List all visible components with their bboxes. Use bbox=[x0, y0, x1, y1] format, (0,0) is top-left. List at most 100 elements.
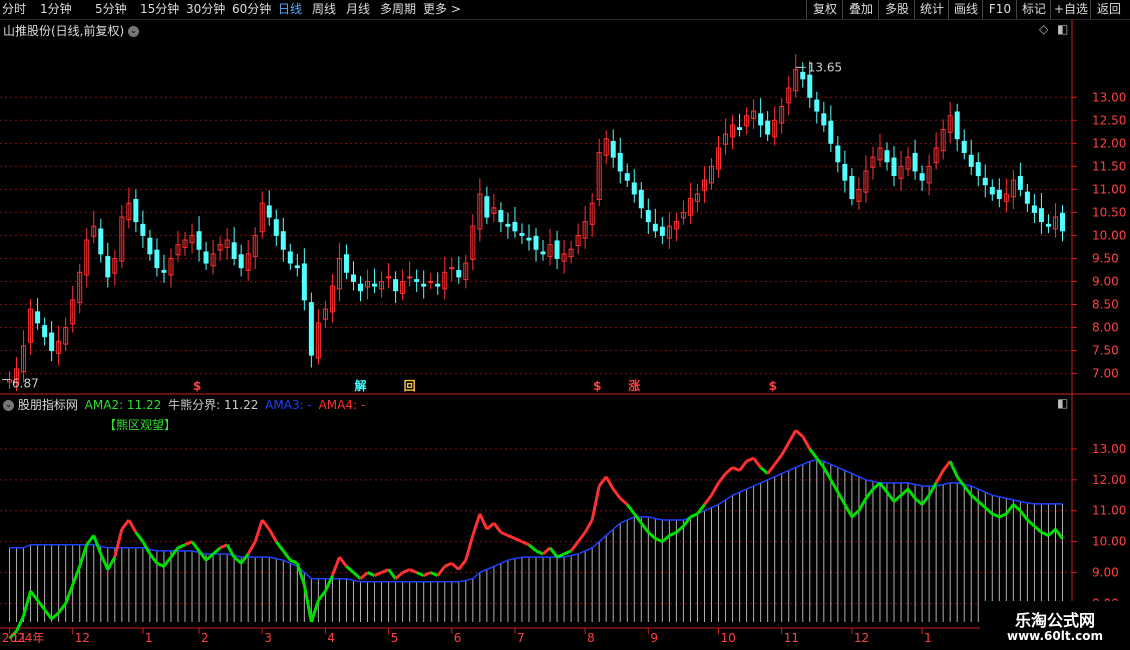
y-tick-label: 9.50 bbox=[1092, 251, 1119, 265]
period-tab-weekly[interactable]: 周线 bbox=[312, 1, 336, 18]
ama2-trace-segment bbox=[352, 571, 362, 580]
y-tick-label: 12.50 bbox=[1092, 113, 1126, 127]
candle-body bbox=[631, 182, 637, 195]
ama2-trace-segment bbox=[345, 565, 355, 574]
ama2-trace-segment bbox=[57, 602, 67, 614]
ama2-trace-segment bbox=[1026, 518, 1036, 528]
ama2-trace-segment bbox=[787, 429, 798, 444]
add-watchlist-button[interactable]: +自选 bbox=[1050, 0, 1091, 19]
period-tab-30min[interactable]: 30分钟 bbox=[186, 1, 225, 18]
ama2-trace-segment bbox=[583, 519, 594, 534]
ama2-trace-segment bbox=[794, 429, 804, 438]
sub-y-tick-label: 9.00 bbox=[1092, 566, 1119, 580]
ama2-trace-segment bbox=[205, 552, 215, 562]
ama2-trace-segment bbox=[893, 494, 903, 503]
toolbar: 分时 1分钟 5分钟 15分钟 30分钟 60分钟 日线 周线 月线 多周期 更… bbox=[0, 0, 1130, 20]
candle-body bbox=[554, 240, 560, 259]
candle-body bbox=[266, 205, 272, 218]
ama2-trace-segment bbox=[647, 531, 657, 540]
candle-body bbox=[231, 242, 237, 259]
multi-stock-button[interactable]: 多股 bbox=[878, 0, 915, 19]
ama2-trace-segment bbox=[64, 584, 75, 604]
ama2-trace-segment bbox=[773, 454, 783, 466]
ama2-trace-segment bbox=[626, 503, 636, 515]
ama2-trace-segment bbox=[927, 482, 938, 497]
sub-y-tick-label: 13.00 bbox=[1092, 442, 1126, 456]
kline-chart[interactable]: 7.00 7.50 8.00 8.50 9.00 9.50 10.00 10.50 11.00 1… bbox=[0, 20, 1130, 650]
ama2-trace-segment bbox=[36, 599, 46, 611]
x-tick-label: 1 bbox=[145, 631, 153, 645]
candle-body bbox=[35, 311, 41, 324]
ama2-trace-segment bbox=[190, 540, 201, 552]
period-tab-daily[interactable]: 日线 bbox=[278, 1, 302, 18]
y-tick-label: 7.00 bbox=[1092, 367, 1119, 381]
candle-body bbox=[98, 228, 104, 255]
ama2-trace-segment bbox=[864, 488, 875, 500]
overlay-button[interactable]: 叠加 bbox=[842, 0, 879, 19]
ama2-trace-segment bbox=[998, 512, 1007, 519]
f10-button[interactable]: F10 bbox=[982, 0, 1017, 19]
ama2-trace-segment bbox=[548, 546, 559, 558]
candle-body bbox=[1045, 223, 1051, 227]
ama2-trace-segment bbox=[492, 522, 503, 534]
ama2-trace-segment bbox=[780, 441, 791, 456]
ama2-trace-segment bbox=[850, 509, 860, 519]
candle-body bbox=[1038, 208, 1044, 223]
ama2-trace-segment bbox=[885, 491, 896, 503]
more-menu-button[interactable]: 更多 > bbox=[423, 1, 461, 18]
candle-body bbox=[912, 152, 918, 172]
event-marker: 涨 bbox=[628, 378, 640, 393]
period-tab-monthly[interactable]: 月线 bbox=[346, 1, 370, 18]
period-tab-15min[interactable]: 15分钟 bbox=[140, 1, 179, 18]
back-button[interactable]: 返回 bbox=[1090, 0, 1127, 19]
ama2-trace-segment bbox=[282, 550, 292, 562]
ama2-trace-segment bbox=[590, 485, 601, 521]
mark-button[interactable]: 标记 bbox=[1016, 0, 1051, 19]
ama2-trace-segment bbox=[246, 540, 257, 555]
restore-rights-button[interactable]: 复权 bbox=[806, 0, 843, 19]
candle-body bbox=[1031, 205, 1037, 213]
period-tab-1min[interactable]: 1分钟 bbox=[40, 1, 72, 18]
candle-body bbox=[1017, 175, 1023, 190]
y-tick-label: 9.00 bbox=[1092, 274, 1119, 288]
candle-body bbox=[842, 164, 848, 181]
ama2-trace-segment bbox=[836, 491, 847, 506]
candle-body bbox=[294, 265, 300, 269]
candle-body bbox=[891, 157, 897, 177]
ama2-trace-segment bbox=[661, 534, 671, 543]
candle-body bbox=[449, 267, 455, 270]
ama2-trace-segment bbox=[162, 556, 173, 568]
ama2-trace-segment bbox=[970, 494, 980, 503]
ama2-trace-segment bbox=[619, 497, 629, 506]
period-tab-5min[interactable]: 5分钟 bbox=[95, 1, 127, 18]
candle-body bbox=[807, 74, 813, 98]
ama2-trace-segment bbox=[106, 556, 117, 571]
candle-body bbox=[512, 222, 518, 232]
ama2-trace-segment bbox=[113, 528, 124, 558]
period-tab-60min[interactable]: 60分钟 bbox=[232, 1, 271, 18]
ama2-trace-segment bbox=[521, 540, 530, 547]
x-tick-label: 8 bbox=[587, 631, 595, 645]
candle-body bbox=[989, 187, 995, 195]
ama2-trace-segment bbox=[948, 460, 959, 478]
candle-body bbox=[533, 235, 539, 250]
statistics-button[interactable]: 统计 bbox=[914, 0, 949, 19]
x-tick-label: 12 bbox=[75, 631, 90, 645]
x-tick-label: 6 bbox=[454, 631, 462, 645]
draw-line-button[interactable]: 画线 bbox=[948, 0, 983, 19]
ama2-trace-segment bbox=[444, 561, 453, 568]
ama2-trace-segment bbox=[156, 561, 165, 568]
ama2-trace-segment bbox=[99, 553, 110, 571]
candle-body bbox=[982, 177, 988, 186]
candle-body bbox=[800, 71, 806, 80]
candle-body bbox=[49, 332, 55, 352]
ama2-trace-segment bbox=[394, 571, 404, 580]
ama2-trace-segment bbox=[1012, 503, 1022, 512]
period-tab-fenshi[interactable]: 分时 bbox=[2, 1, 26, 18]
period-tab-multi[interactable]: 多周期 bbox=[380, 1, 416, 18]
ama2-trace-segment bbox=[239, 553, 250, 565]
x-tick-label: 1 bbox=[924, 631, 932, 645]
ama2-trace-segment bbox=[717, 472, 727, 484]
candle-body bbox=[659, 226, 665, 236]
ama2-trace-segment bbox=[668, 530, 678, 537]
